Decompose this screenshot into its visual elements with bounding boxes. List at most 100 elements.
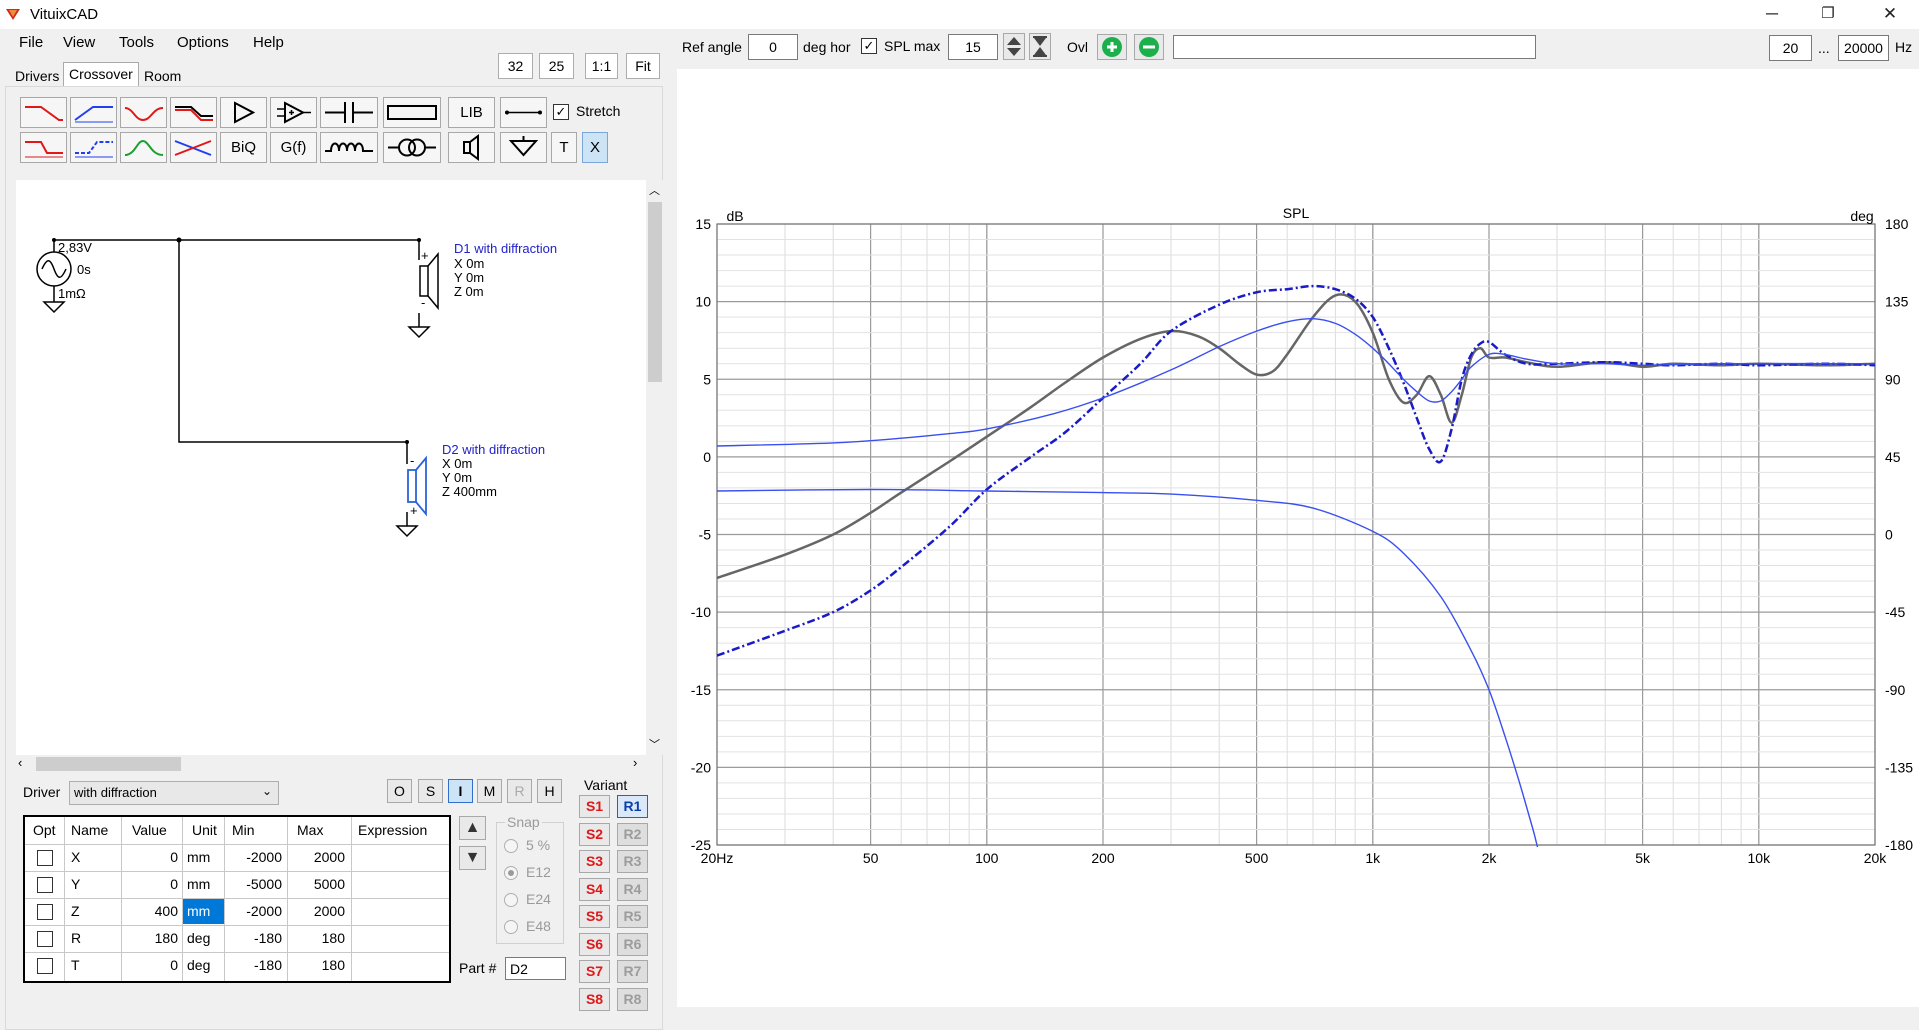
spl-max-input[interactable]: 15	[948, 34, 998, 60]
schematic-vertical-scrollbar[interactable]: ︿ ﹀	[646, 180, 664, 755]
freq-min-input[interactable]: 20	[1769, 35, 1812, 61]
variant-r5-button[interactable]: R5	[617, 905, 648, 928]
mode-h-button[interactable]: H	[537, 779, 562, 803]
schematic-horizontal-scrollbar[interactable]: ‹ ›	[16, 755, 646, 773]
opt-checkbox[interactable]	[37, 958, 53, 974]
wire-button[interactable]	[500, 97, 547, 128]
row-unit[interactable]: mm	[187, 871, 210, 898]
highpass-2nd-button[interactable]	[70, 132, 117, 163]
variant-r1-button[interactable]: R1	[617, 795, 648, 818]
row-min[interactable]: -5000	[224, 871, 282, 898]
variant-s6-button[interactable]: S6	[579, 933, 610, 956]
mode-i-button[interactable]: I	[448, 779, 473, 803]
row-max[interactable]: 2000	[287, 844, 345, 871]
buffer-button[interactable]	[220, 97, 267, 128]
overlay-input[interactable]	[1173, 35, 1536, 59]
driver-button[interactable]	[448, 132, 495, 163]
close-button[interactable]: ✕	[1862, 0, 1918, 29]
driver-select[interactable]: with diffraction ⌄	[69, 781, 279, 805]
scroll-left-icon[interactable]: ‹	[18, 755, 22, 770]
d1-name-label[interactable]: D1 with diffraction	[454, 241, 557, 256]
ref-angle-input[interactable]: 0	[748, 34, 798, 60]
zoom-fit-button[interactable]: Fit	[626, 53, 660, 79]
variant-r2-button[interactable]: R2	[617, 823, 648, 846]
minimize-button[interactable]: ─	[1744, 0, 1800, 29]
ground-button[interactable]	[500, 132, 547, 163]
resistor-button[interactable]	[383, 97, 441, 128]
mode-m-button[interactable]: M	[477, 779, 502, 803]
snap-e12-radio[interactable]	[504, 866, 518, 880]
lowpass-button[interactable]	[20, 97, 67, 128]
tab-room[interactable]: Room	[138, 64, 187, 88]
text-tool-button[interactable]: T	[551, 132, 577, 163]
spl-max-checkbox[interactable]: ✓	[861, 38, 877, 54]
menu-options[interactable]: Options	[177, 34, 229, 51]
row-unit[interactable]: deg	[187, 925, 210, 952]
row-max[interactable]: 180	[287, 925, 345, 952]
snap-5pct-radio[interactable]	[504, 839, 518, 853]
menu-file[interactable]: File	[19, 34, 43, 51]
row-max[interactable]: 5000	[287, 871, 345, 898]
remove-overlay-button[interactable]	[1134, 34, 1164, 60]
scroll-down-icon[interactable]: ﹀	[649, 736, 660, 752]
mode-s-button[interactable]: S	[418, 779, 443, 803]
menu-view[interactable]: View	[63, 34, 95, 51]
horizontal-scroll-thumb[interactable]	[36, 757, 181, 771]
shelf-filter-button[interactable]	[170, 97, 217, 128]
variant-s3-button[interactable]: S3	[579, 850, 610, 873]
row-value[interactable]: 0	[121, 871, 178, 898]
opamp-button[interactable]	[270, 97, 317, 128]
zoom-1to1-button[interactable]: 1:1	[585, 53, 618, 79]
inductor-button[interactable]	[320, 132, 378, 163]
variant-s1-button[interactable]: S1	[579, 795, 610, 818]
row-unit[interactable]: mm	[187, 844, 210, 871]
transfer-function-button[interactable]: G(f)	[270, 132, 317, 163]
vertical-scroll-thumb[interactable]	[648, 202, 662, 382]
biquad-button[interactable]: BiQ	[220, 132, 267, 163]
opt-checkbox[interactable]	[37, 931, 53, 947]
move-down-button[interactable]: ▼	[459, 846, 486, 870]
row-unit[interactable]: deg	[187, 952, 210, 979]
menu-tools[interactable]: Tools	[119, 34, 154, 51]
row-min[interactable]: -2000	[224, 844, 282, 871]
spl-range-button[interactable]	[1029, 33, 1051, 60]
snap-e24-radio[interactable]	[504, 893, 518, 907]
row-min[interactable]: -2000	[224, 898, 282, 925]
variant-r6-button[interactable]: R6	[617, 933, 648, 956]
row-value[interactable]: 0	[121, 952, 178, 979]
opt-checkbox[interactable]	[37, 904, 53, 920]
spl-chart[interactable]: 151050-5-10-15-20-2518013590450-45-90-13…	[677, 69, 1919, 1007]
opt-checkbox[interactable]	[37, 850, 53, 866]
row-value[interactable]: 400	[121, 898, 178, 925]
spl-updown-button[interactable]	[1003, 33, 1025, 60]
tab-crossover[interactable]: Crossover	[63, 62, 139, 88]
scroll-up-icon[interactable]: ︿	[649, 182, 660, 198]
variant-r7-button[interactable]: R7	[617, 960, 648, 983]
variant-s5-button[interactable]: S5	[579, 905, 610, 928]
stretch-checkbox[interactable]: ✓	[553, 104, 569, 120]
scroll-right-icon[interactable]: ›	[633, 755, 637, 770]
maximize-button[interactable]: ❐	[1800, 0, 1856, 29]
variant-s7-button[interactable]: S7	[579, 960, 610, 983]
mode-o-button[interactable]: O	[387, 779, 412, 803]
zoom-25-button[interactable]: 25	[539, 53, 574, 79]
row-max[interactable]: 180	[287, 952, 345, 979]
variant-r4-button[interactable]: R4	[617, 878, 648, 901]
transformer-button[interactable]	[383, 132, 441, 163]
variant-s8-button[interactable]: S8	[579, 988, 610, 1011]
row-value[interactable]: 0	[121, 844, 178, 871]
mode-r-button[interactable]: R	[507, 779, 532, 803]
zoom-32-button[interactable]: 32	[498, 53, 533, 79]
variant-r3-button[interactable]: R3	[617, 850, 648, 873]
add-overlay-button[interactable]	[1097, 34, 1127, 60]
tab-drivers[interactable]: Drivers	[9, 64, 65, 88]
bandpass-button[interactable]	[120, 132, 167, 163]
row-unit-selected[interactable]: mm	[183, 899, 224, 924]
schematic-canvas[interactable]: 2,83V 0s 1mΩ + - D1 with diffraction X 0…	[16, 180, 651, 755]
menu-help[interactable]: Help	[253, 34, 284, 51]
part-number-input[interactable]: D2	[505, 957, 566, 980]
capacitor-button[interactable]	[320, 97, 378, 128]
row-max[interactable]: 2000	[287, 898, 345, 925]
snap-e48-radio[interactable]	[504, 920, 518, 934]
move-up-button[interactable]: ▲	[459, 816, 486, 840]
